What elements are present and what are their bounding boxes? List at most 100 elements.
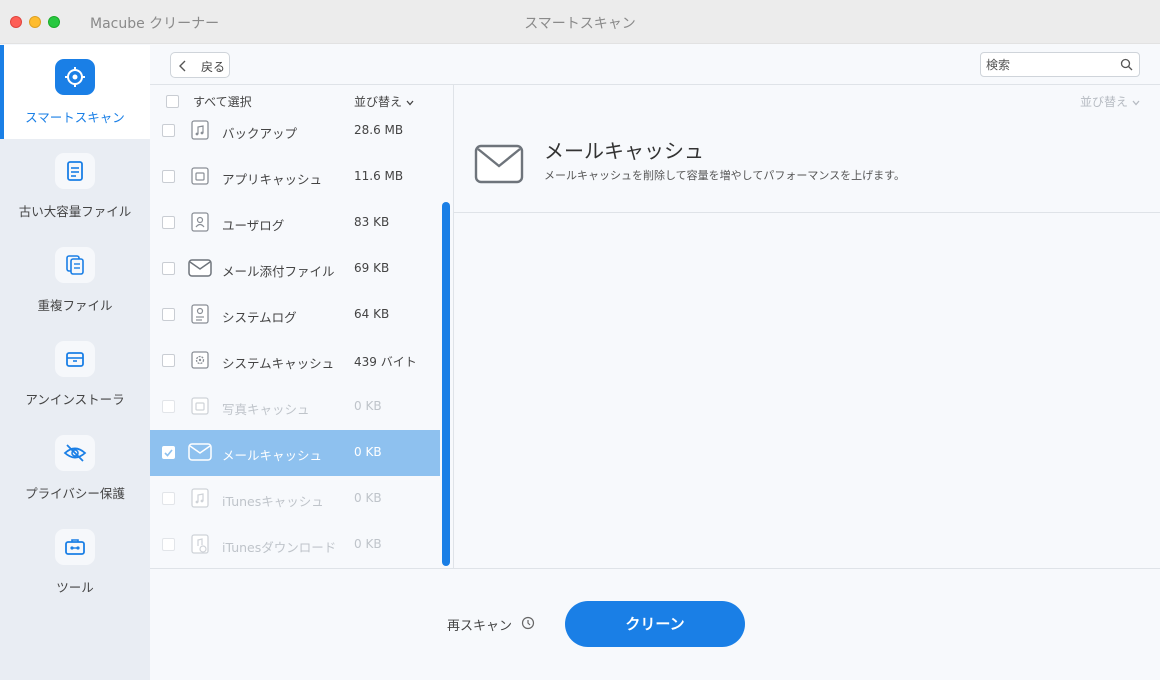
sidebar-item-label: 重複ファイル	[37, 298, 113, 313]
row-checkbox-checked[interactable]	[162, 446, 175, 459]
list-item-itunes-cache[interactable]: iTunesキャッシュ 0 KB	[150, 476, 440, 522]
list-item-size: 0 KB	[354, 537, 382, 551]
list-item-name: 写真キャッシュ	[222, 402, 310, 417]
detail-sort-button[interactable]: 並び替え	[1080, 93, 1140, 110]
row-checkbox[interactable]	[162, 124, 175, 137]
list-item-size: 28.6 MB	[354, 123, 404, 137]
mail-icon	[474, 144, 524, 184]
select-all-checkbox[interactable]	[166, 95, 179, 108]
search-input[interactable]	[986, 56, 1116, 74]
footer-bar: 再スキャン クリーン	[150, 569, 1160, 680]
clock-icon	[521, 616, 535, 634]
sidebar-item-label: アンインストーラ	[25, 392, 125, 407]
rescan-label: 再スキャン	[447, 619, 513, 634]
search-icon[interactable]	[1120, 58, 1133, 74]
row-checkbox[interactable]	[162, 170, 175, 183]
app-cache-icon	[191, 167, 209, 185]
list-item-name: iTunesダウンロード	[222, 540, 337, 555]
list-scrollbar[interactable]	[442, 202, 450, 566]
list-item-name: iTunesキャッシュ	[222, 494, 324, 509]
list-item-photo-cache[interactable]: 写真キャッシュ 0 KB	[150, 384, 440, 430]
list-item-name: メール添付ファイル	[222, 264, 335, 279]
list-item-mail-cache[interactable]: メールキャッシュ 0 KB	[150, 430, 440, 476]
list-item-mail-attachments[interactable]: メール添付ファイル 69 KB	[150, 246, 440, 292]
gear-icon	[191, 351, 209, 369]
box-icon	[55, 341, 95, 377]
sidebar-item-label: ツール	[56, 580, 94, 595]
app-window: Macube クリーナー スマートスキャン スマートスキャン 古い大容量ファイル…	[0, 0, 1160, 680]
category-list[interactable]: バックアップ 28.6 MB アプリキャッシュ 11.6 MB ユーザログ 83…	[150, 117, 440, 568]
list-item-system-log[interactable]: システムログ 64 KB	[150, 292, 440, 338]
sidebar-item-large-files[interactable]: 古い大容量ファイル	[0, 139, 150, 233]
eye-slash-icon	[55, 435, 95, 471]
list-item-app-cache[interactable]: アプリキャッシュ 11.6 MB	[150, 154, 440, 200]
checkmark-icon	[164, 449, 173, 457]
detail-header: メールキャッシュ メールキャッシュを削除して容量を増やしてパフォーマンスを上げま…	[454, 117, 1160, 212]
back-button[interactable]: 戻る	[170, 52, 230, 78]
sidebar-item-tools[interactable]: ツール	[0, 515, 150, 609]
music-icon	[191, 488, 209, 508]
mail-icon	[188, 443, 212, 461]
list-header: すべて選択 並び替え	[150, 85, 453, 117]
list-item-size: 0 KB	[354, 491, 382, 505]
list-sort-label: 並び替え	[354, 95, 403, 109]
row-checkbox[interactable]	[162, 308, 175, 321]
list-item-name: システムログ	[222, 310, 297, 325]
row-checkbox[interactable]	[162, 354, 175, 367]
chevron-left-icon	[179, 60, 187, 75]
target-icon	[55, 59, 95, 95]
back-button-label: 戻る	[201, 60, 226, 74]
sidebar-item-label: 古い大容量ファイル	[18, 204, 132, 219]
sidebar-item-uninstaller[interactable]: アンインストーラ	[0, 327, 150, 421]
photo-icon	[191, 397, 209, 415]
rescan-button[interactable]: 再スキャン	[447, 615, 535, 634]
sidebar-item-label: スマートスキャン	[25, 110, 125, 125]
toolbox-icon	[55, 529, 95, 565]
list-item-size: 83 KB	[354, 215, 390, 229]
list-item-name: ユーザログ	[222, 218, 285, 233]
document-icon	[55, 153, 95, 189]
list-item-name: システムキャッシュ	[222, 356, 335, 371]
system-log-icon	[191, 304, 209, 324]
row-checkbox[interactable]	[162, 216, 175, 229]
list-item-size: 439 バイト	[354, 355, 417, 369]
clean-button[interactable]: クリーン	[565, 601, 745, 647]
list-sort-button[interactable]: 並び替え	[354, 93, 414, 110]
sidebar-item-duplicate-files[interactable]: 重複ファイル	[0, 233, 150, 327]
select-all-label: すべて選択	[193, 95, 252, 109]
title-bar: Macube クリーナー スマートスキャン	[0, 0, 1160, 44]
sidebar-item-privacy[interactable]: プライバシー保護	[0, 421, 150, 515]
user-log-icon	[191, 212, 209, 232]
row-checkbox[interactable]	[162, 262, 175, 275]
duplicate-icon	[55, 247, 95, 283]
list-item-backup[interactable]: バックアップ 28.6 MB	[150, 117, 440, 154]
sidebar-item-label: プライバシー保護	[25, 486, 125, 501]
list-item-name: メールキャッシュ	[222, 448, 323, 463]
list-item-size: 69 KB	[354, 261, 390, 275]
detail-title: メールキャッシュ	[544, 139, 704, 163]
chevron-down-icon	[1132, 100, 1140, 106]
chevron-down-icon	[406, 100, 414, 106]
window-title: スマートスキャン	[524, 16, 636, 32]
download-icon	[191, 534, 209, 554]
detail-sort-label: 並び替え	[1080, 95, 1129, 109]
sidebar-item-smart-scan[interactable]: スマートスキャン	[0, 45, 150, 139]
list-item-name: バックアップ	[222, 126, 298, 141]
row-checkbox[interactable]	[162, 492, 175, 505]
detail-divider	[454, 212, 1160, 213]
list-item-size: 64 KB	[354, 307, 390, 321]
list-item-system-cache[interactable]: システムキャッシュ 439 バイト	[150, 338, 440, 384]
mail-icon	[188, 259, 212, 277]
list-item-size: 0 KB	[354, 399, 382, 413]
list-item-size: 11.6 MB	[354, 169, 404, 183]
list-item-name: アプリキャッシュ	[222, 172, 323, 187]
list-item-user-log[interactable]: ユーザログ 83 KB	[150, 200, 440, 246]
list-item-itunes-downloads[interactable]: iTunesダウンロード 0 KB	[150, 522, 440, 568]
search-box[interactable]	[980, 52, 1140, 77]
row-checkbox[interactable]	[162, 400, 175, 413]
detail-description: メールキャッシュを削除して容量を増やしてパフォーマンスを上げます。	[544, 169, 906, 182]
music-icon	[191, 120, 209, 140]
sidebar: スマートスキャン 古い大容量ファイル 重複ファイル アンインストーラ プライバシ…	[0, 45, 150, 680]
row-checkbox[interactable]	[162, 538, 175, 551]
list-item-size: 0 KB	[354, 445, 382, 459]
